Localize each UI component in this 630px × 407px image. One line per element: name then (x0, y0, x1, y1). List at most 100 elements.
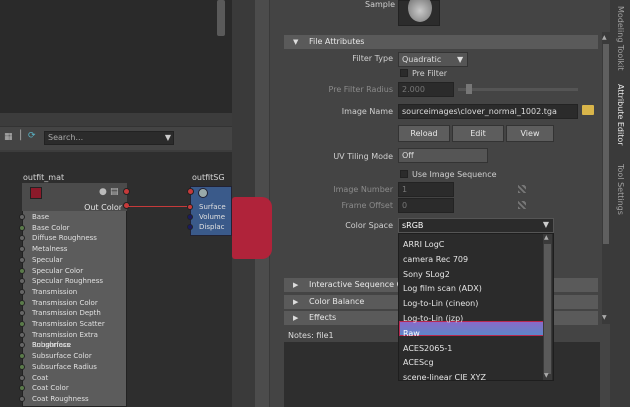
refresh-icon[interactable]: ⟳ (28, 131, 36, 141)
material-port: Diffuse Roughness (19, 233, 127, 244)
port-dot[interactable] (19, 363, 25, 370)
reload-button[interactable]: Reload (398, 125, 450, 142)
scroll-down-icon[interactable]: ▼ (602, 314, 607, 321)
edit-button[interactable]: Edit (452, 125, 504, 142)
dropdown-option[interactable]: Log-to-Lin (jzp) (401, 311, 541, 326)
image-name-field[interactable]: sourceimages\clover_normal_1002.tga (398, 104, 578, 119)
port-label: Subsurface Radius (32, 362, 97, 371)
port-dot[interactable] (19, 331, 25, 338)
triangle-down-icon: ▼ (293, 38, 299, 46)
scroll-up-icon[interactable]: ▲ (544, 234, 549, 241)
port-dot[interactable] (19, 288, 25, 295)
dropdown-option[interactable]: scene-linear CIE XYZ (401, 370, 541, 385)
settings-icon[interactable]: ● (99, 187, 107, 197)
pre-filter-checkbox[interactable] (400, 69, 408, 77)
scroll-up-icon[interactable]: ▲ (602, 34, 607, 41)
material-port: Transmission Depth (19, 308, 127, 319)
sg-input-dot[interactable] (187, 188, 194, 195)
port-dot[interactable] (19, 256, 25, 263)
output-port-dot[interactable] (123, 188, 130, 195)
sg-port: Displac (187, 222, 232, 232)
color-space-select[interactable]: sRGB (398, 218, 554, 233)
uv-tiling-label: UV Tiling Mode (333, 152, 393, 161)
port-dot[interactable] (19, 321, 25, 327)
triangle-right-icon: ▶ (293, 314, 299, 322)
sg-port-label: Volume (199, 213, 226, 221)
material-swatch (30, 187, 42, 199)
port-dot[interactable] (19, 374, 25, 381)
out-color-port: Out Color (84, 203, 122, 212)
port-dot[interactable] (19, 224, 25, 231)
slider-handle[interactable] (466, 84, 472, 94)
uv-tiling-select[interactable]: Off (398, 148, 488, 163)
grid-icon[interactable]: ▦ (4, 132, 13, 142)
port-label: Transmission Depth (32, 309, 101, 318)
dropdown-option[interactable]: Log-to-Lin (cineon) (401, 296, 541, 311)
port-label: Coat Roughness (32, 394, 89, 403)
port-dot[interactable] (19, 353, 25, 360)
layout-icon[interactable]: ▤ (110, 187, 119, 197)
material-port: Coat (19, 373, 127, 384)
port-dot[interactable] (19, 246, 25, 253)
port-dot[interactable] (187, 224, 193, 230)
map-button-icon[interactable] (518, 185, 526, 193)
port-dot[interactable] (19, 342, 25, 349)
port-dot[interactable] (19, 214, 25, 220)
image-number-label: Image Number (333, 185, 393, 194)
chevron-down-icon[interactable]: ▼ (162, 131, 174, 145)
port-label: Transmission (32, 287, 78, 296)
pre-filter-label: Pre Filter (412, 69, 448, 78)
material-port: Transmission (19, 287, 127, 298)
dropdown-option[interactable]: ACEScg (401, 355, 541, 370)
filter-type-value: Quadratic (402, 55, 442, 64)
connection-wire (127, 206, 190, 207)
triangle-right-icon: ▶ (293, 298, 299, 306)
tab-modeling-toolkit[interactable]: Modeling Toolkit (612, 6, 628, 70)
port-dot[interactable] (19, 299, 25, 306)
port-label: Base Color (32, 223, 70, 232)
frame-offset-field[interactable]: 0 (398, 198, 454, 213)
dropdown-scroll-thumb[interactable] (544, 244, 551, 374)
sg-port: Surface (187, 202, 232, 212)
sg-port-label: Surface (199, 203, 226, 211)
pre-filter-radius-field[interactable]: 2.000 (398, 82, 454, 97)
frame-offset-label: Frame Offset (341, 201, 393, 210)
view-button[interactable]: View (506, 125, 554, 142)
port-dot[interactable] (19, 310, 25, 317)
port-dot[interactable] (19, 385, 25, 392)
section-title: Effects (309, 313, 337, 322)
port-label: Metalness (32, 245, 68, 254)
port-dot[interactable] (19, 395, 25, 402)
tab-attribute-editor[interactable]: Attribute Editor (612, 84, 628, 146)
use-image-sequence-checkbox[interactable] (400, 170, 408, 178)
material-port: Specular Roughness (19, 276, 127, 287)
port-dot[interactable] (187, 214, 193, 220)
dropdown-option[interactable]: ACES2065-1 (401, 341, 541, 356)
material-port: Coat Color (19, 383, 127, 394)
chevron-down-icon[interactable]: ▼ (540, 219, 552, 231)
triangle-right-icon: ▶ (293, 281, 299, 289)
vertical-scrollbar[interactable] (217, 0, 225, 36)
dropdown-option[interactable]: Log film scan (ADX) (401, 281, 541, 296)
port-dot[interactable] (187, 204, 193, 210)
dropdown-option[interactable]: camera Rec 709 (401, 252, 541, 267)
tab-tool-settings[interactable]: Tool Settings (612, 164, 628, 215)
dropdown-option[interactable]: ARRI LogC (401, 237, 541, 252)
folder-icon[interactable] (582, 105, 594, 115)
image-name-label: Image Name (341, 107, 393, 116)
map-button-icon[interactable] (518, 201, 526, 209)
filter-type-select[interactable]: Quadratic ▼ (398, 52, 468, 67)
file-attributes-header[interactable]: ▼ File Attributes (284, 35, 598, 49)
port-dot[interactable] (19, 235, 25, 242)
image-number-field[interactable]: 1 (398, 182, 454, 197)
material-port: Subsurface Radius (19, 362, 127, 373)
scrollbar-thumb[interactable] (603, 44, 609, 244)
port-dot[interactable] (19, 267, 25, 274)
dropdown-option[interactable]: Sony SLog2 (401, 267, 541, 282)
scroll-down-icon[interactable]: ▼ (544, 372, 549, 379)
pre-filter-radius-slider[interactable] (458, 88, 578, 91)
search-input[interactable]: Search... (44, 131, 174, 145)
dropdown-option[interactable]: Raw (401, 326, 541, 341)
port-dot[interactable] (19, 278, 25, 285)
section-title: File Attributes (309, 37, 365, 46)
